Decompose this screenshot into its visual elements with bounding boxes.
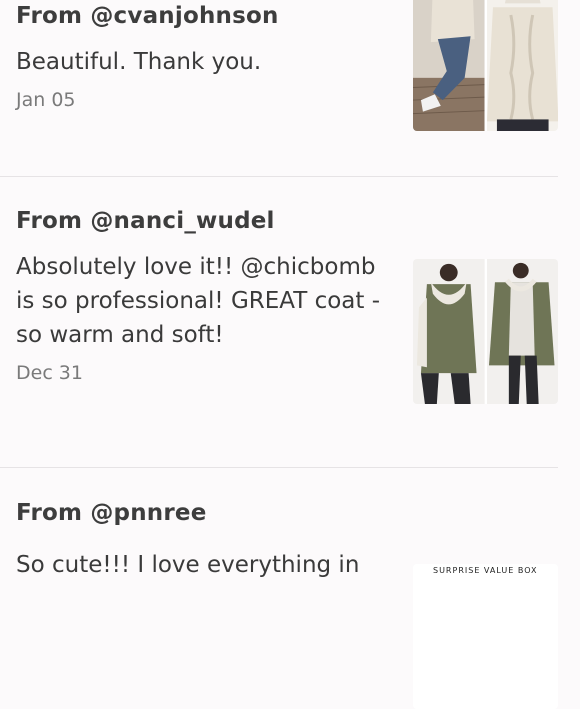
review-photo-surprise-box[interactable]: SURPRISE VALUE BOX — [413, 564, 558, 709]
review-date: Dec 31 — [16, 362, 83, 384]
review-photo-sweater[interactable] — [413, 0, 558, 131]
photo-panel-right — [484, 259, 558, 404]
review-message: So cute!!! I love everything in — [16, 552, 360, 578]
photo-panel-right — [484, 0, 558, 131]
photo-panel-box: SURPRISE VALUE BOX — [413, 564, 558, 709]
surprise-box-label: SURPRISE VALUE BOX — [433, 566, 538, 575]
review-feed: From @cvanjohnson Beautiful. Thank you. … — [0, 0, 580, 709]
photo-panel-left — [413, 0, 485, 131]
review-content: From @nanci_wudel Absolutely love it!! @… — [16, 208, 386, 384]
photo-panel-left — [413, 259, 485, 404]
review-content: From @pnnree So cute!!! I love everythin… — [16, 500, 386, 582]
review-author[interactable]: From @cvanjohnson — [16, 3, 386, 29]
review-author[interactable]: From @pnnree — [16, 500, 386, 526]
review-author[interactable]: From @nanci_wudel — [16, 208, 386, 234]
review-item: From @cvanjohnson Beautiful. Thank you. … — [0, 0, 558, 177]
review-content: From @cvanjohnson Beautiful. Thank you. … — [16, 3, 386, 111]
review-message: Beautiful. Thank you. — [16, 49, 262, 75]
review-date: Jan 05 — [16, 89, 76, 111]
review-photo-parka[interactable] — [413, 259, 558, 404]
review-item: From @nanci_wudel Absolutely love it!! @… — [0, 177, 558, 468]
review-message: Absolutely love it!! @chicbomb is so pro… — [16, 254, 381, 348]
review-item: From @pnnree So cute!!! I love everythin… — [0, 468, 558, 709]
